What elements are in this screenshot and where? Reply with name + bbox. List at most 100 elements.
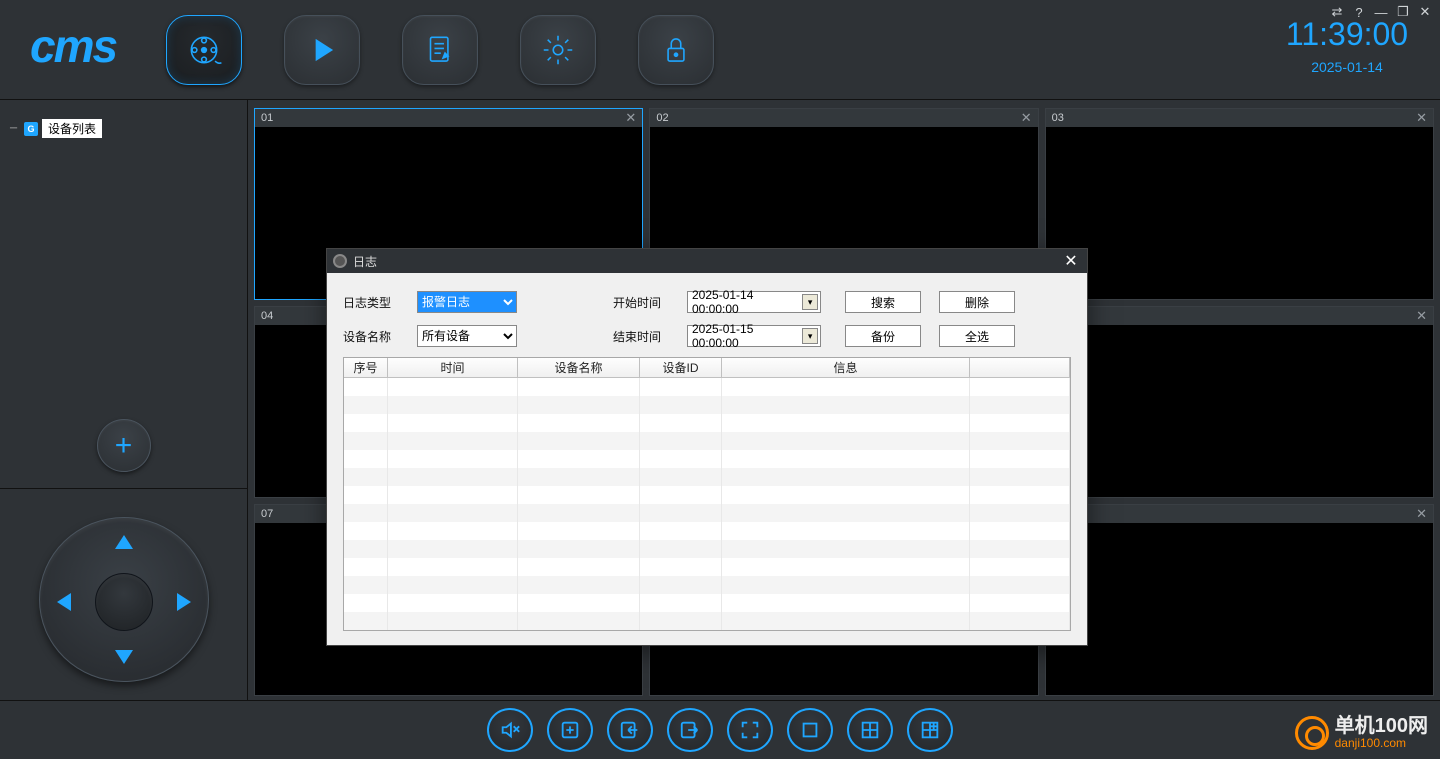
col-index[interactable]: 序号 [344,358,388,377]
table-row[interactable] [344,504,1070,522]
close-icon[interactable]: ✕ [1416,110,1427,126]
record-tab[interactable] [166,15,242,85]
ptz-right-button[interactable] [177,593,191,611]
log-type-select[interactable]: 报警日志 [417,291,517,313]
close-icon[interactable]: ✕ [625,110,636,126]
table-row[interactable] [344,432,1070,450]
watermark-logo-icon [1295,716,1329,750]
end-time-picker[interactable]: 2025-01-15 00:00:00 ▾ [687,325,821,347]
table-row[interactable] [344,468,1070,486]
backup-button[interactable]: 备份 [845,325,921,347]
prev-page-button[interactable] [607,708,653,752]
watermark: 单机100网 danji100.com [1295,715,1428,750]
clock-time: 11:39:00 [1272,16,1422,53]
expand-icon [739,719,761,741]
next-page-button[interactable] [667,708,713,752]
device-name-label: 设备名称 [343,328,399,345]
app-header: cms [0,0,1440,100]
mute-button[interactable] [487,708,533,752]
device-tree-label: 设备列表 [42,119,102,138]
logo: cms [30,19,116,73]
clock-date: 2025-01-14 [1272,59,1422,75]
chevron-down-icon[interactable]: ▾ [802,294,818,310]
watermark-cn: 单机100网 [1335,715,1428,737]
settings-tab[interactable] [520,15,596,85]
table-row[interactable] [344,576,1070,594]
video-cell-03[interactable]: 03✕ [1045,108,1434,300]
log-table[interactable]: 序号 时间 设备名称 设备ID 信息 [343,357,1071,631]
select-all-button[interactable]: 全选 [939,325,1015,347]
table-row[interactable] [344,612,1070,630]
start-time-label: 开始时间 [613,294,669,311]
switch-monitor-icon[interactable]: ⇄ [1328,4,1346,20]
film-reel-icon [185,31,223,69]
tree-collapse-icon[interactable]: ─ [10,123,20,134]
end-time-label: 结束时间 [613,328,669,345]
log-type-label: 日志类型 [343,294,399,311]
group-icon: G [24,122,38,136]
help-icon[interactable]: ? [1350,4,1368,20]
table-row[interactable] [344,558,1070,576]
chevron-down-icon[interactable]: ▾ [802,328,818,344]
video-cell-06[interactable]: 06✕ [1045,306,1434,498]
snapshot-button[interactable] [547,708,593,752]
dialog-titlebar[interactable]: 日志 ✕ [327,249,1087,273]
square-icon [799,719,821,741]
table-row[interactable] [344,396,1070,414]
add-device-button[interactable]: + [97,419,151,472]
table-row[interactable] [344,450,1070,468]
table-row[interactable] [344,414,1070,432]
dialog-close-button[interactable]: ✕ [1061,251,1081,271]
table-row[interactable] [344,594,1070,612]
bottom-toolbar: 单机100网 danji100.com [0,700,1440,758]
ptz-dpad [39,517,209,682]
col-info[interactable]: 信息 [722,358,970,377]
start-time-picker[interactable]: 2025-01-14 00:00:00 ▾ [687,291,821,313]
delete-button[interactable]: 删除 [939,291,1015,313]
fullscreen-button[interactable] [727,708,773,752]
sparkle-box-icon [559,719,581,741]
log-dialog: 日志 ✕ 日志类型 报警日志 开始时间 2025-01-14 00:00:00 … [326,248,1088,646]
play-icon [303,31,341,69]
ptz-up-button[interactable] [115,535,133,549]
table-row[interactable] [344,540,1070,558]
close-icon[interactable]: ✕ [1416,506,1427,522]
close-window-icon[interactable]: ✕ [1416,4,1434,20]
maximize-icon[interactable]: ❐ [1394,4,1412,20]
grid-2x2-icon [859,719,881,741]
col-time[interactable]: 时间 [388,358,518,377]
layout-1-button[interactable] [787,708,833,752]
arrow-out-right-icon [679,719,701,741]
gear-icon [539,31,577,69]
playback-tab[interactable] [284,15,360,85]
layout-9-button[interactable] [907,708,953,752]
ptz-down-button[interactable] [115,650,133,664]
close-icon[interactable]: ✕ [1021,110,1032,126]
table-row[interactable] [344,486,1070,504]
table-row[interactable] [344,522,1070,540]
log-tab[interactable] [402,15,478,85]
dialog-app-icon [333,254,347,268]
video-cell-09[interactable]: 09✕ [1045,504,1434,696]
close-icon[interactable]: ✕ [1416,308,1427,324]
layout-4-button[interactable] [847,708,893,752]
dialog-title: 日志 [353,253,377,270]
grid-irregular-icon [919,719,941,741]
col-dev-id[interactable]: 设备ID [640,358,722,377]
device-tree-root[interactable]: ─ G 设备列表 [10,118,237,139]
arrow-in-left-icon [619,719,641,741]
device-sidebar: ─ G 设备列表 + [0,100,248,700]
device-name-select[interactable]: 所有设备 [417,325,517,347]
watermark-en: danji100.com [1335,737,1428,750]
minimize-icon[interactable]: — [1372,4,1390,20]
col-device[interactable]: 设备名称 [518,358,640,377]
lock-tab[interactable] [638,15,714,85]
search-button[interactable]: 搜索 [845,291,921,313]
lock-icon [657,31,695,69]
ptz-center-button[interactable] [95,573,153,631]
col-spacer [970,358,1070,377]
document-edit-icon [421,31,459,69]
table-row[interactable] [344,378,1070,396]
ptz-left-button[interactable] [57,593,71,611]
speaker-mute-icon [499,719,521,741]
